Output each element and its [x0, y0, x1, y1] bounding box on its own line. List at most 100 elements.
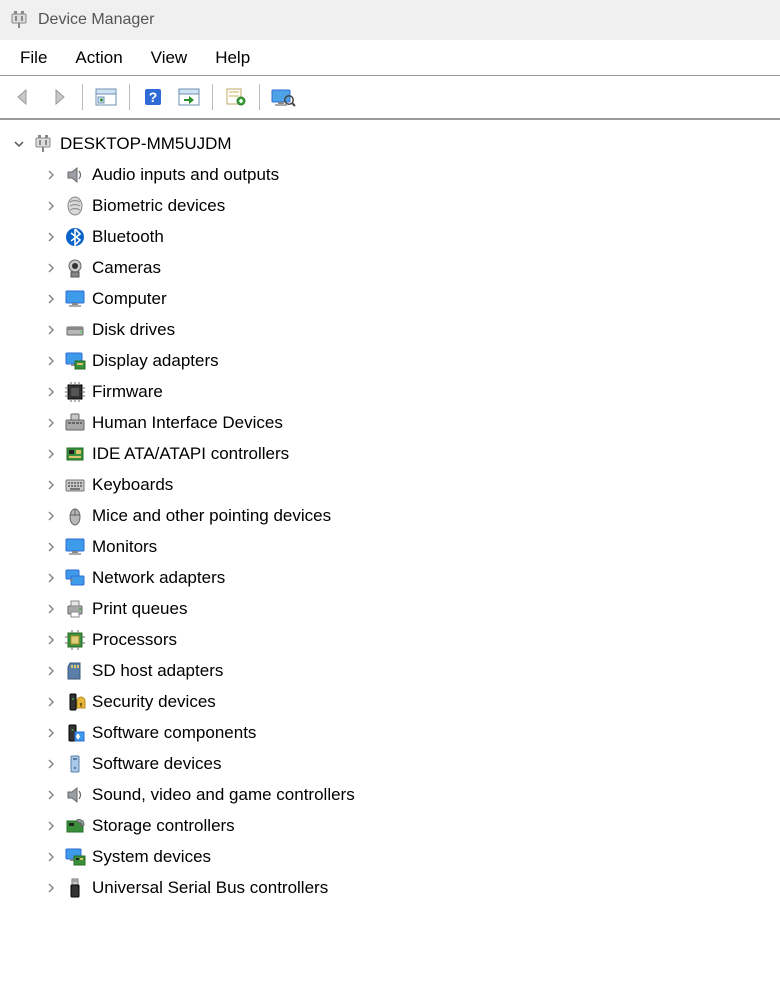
tree-item-label: Mice and other pointing devices: [92, 507, 331, 524]
tree-item[interactable]: Storage controllers: [8, 810, 780, 841]
toolbar-separator: [259, 84, 260, 110]
chevron-right-icon[interactable]: [44, 540, 58, 554]
tree-item-label: Processors: [92, 631, 177, 648]
tree-item-label: SD host adapters: [92, 662, 223, 679]
tree-root[interactable]: DESKTOP-MM5UJDM: [8, 128, 780, 159]
chevron-right-icon[interactable]: [44, 385, 58, 399]
action-button[interactable]: [172, 80, 206, 114]
chevron-right-icon[interactable]: [44, 695, 58, 709]
security-icon: [64, 691, 86, 713]
tree-item[interactable]: Sound, video and game controllers: [8, 779, 780, 810]
tree-item[interactable]: Security devices: [8, 686, 780, 717]
back-button[interactable]: [6, 80, 40, 114]
chevron-right-icon[interactable]: [44, 633, 58, 647]
tree-item[interactable]: Display adapters: [8, 345, 780, 376]
tree-item[interactable]: SD host adapters: [8, 655, 780, 686]
chevron-right-icon[interactable]: [44, 230, 58, 244]
tree-item[interactable]: Firmware: [8, 376, 780, 407]
tree-item-label: Biometric devices: [92, 197, 225, 214]
chevron-right-icon[interactable]: [44, 819, 58, 833]
help-button[interactable]: ?: [136, 80, 170, 114]
tree-item[interactable]: Audio inputs and outputs: [8, 159, 780, 190]
chevron-right-icon[interactable]: [44, 726, 58, 740]
tree-item[interactable]: Software devices: [8, 748, 780, 779]
cpu-icon: [64, 629, 86, 651]
chevron-right-icon[interactable]: [44, 602, 58, 616]
chevron-right-icon[interactable]: [44, 447, 58, 461]
tree-item[interactable]: IDE ATA/ATAPI controllers: [8, 438, 780, 469]
tree-item[interactable]: Bluetooth: [8, 221, 780, 252]
show-hide-console-tree-button[interactable]: [89, 80, 123, 114]
tree-item[interactable]: Monitors: [8, 531, 780, 562]
chevron-right-icon[interactable]: [44, 850, 58, 864]
titlebar: Device Manager: [0, 0, 780, 40]
chevron-right-icon[interactable]: [44, 416, 58, 430]
scan-for-changes-button[interactable]: [266, 80, 300, 114]
svg-text:?: ?: [149, 89, 158, 105]
tree-item-label: Software devices: [92, 755, 221, 772]
menubar: File Action View Help: [0, 40, 780, 76]
tree-item[interactable]: Print queues: [8, 593, 780, 624]
chevron-right-icon[interactable]: [44, 478, 58, 492]
tree-item[interactable]: Human Interface Devices: [8, 407, 780, 438]
tree-item[interactable]: System devices: [8, 841, 780, 872]
tree-item[interactable]: Disk drives: [8, 314, 780, 345]
app-icon: [8, 9, 30, 31]
scan-hardware-button[interactable]: [219, 80, 253, 114]
tree-item-label: Software components: [92, 724, 256, 741]
soft-comp-icon: [64, 722, 86, 744]
monitor-icon: [64, 288, 86, 310]
tree-item-label: Bluetooth: [92, 228, 164, 245]
menu-view[interactable]: View: [139, 44, 200, 72]
soft-dev-icon: [64, 753, 86, 775]
forward-button[interactable]: [42, 80, 76, 114]
tree-item[interactable]: Network adapters: [8, 562, 780, 593]
tree-item-label: Keyboards: [92, 476, 173, 493]
bluetooth-icon: [64, 226, 86, 248]
monitor-icon: [64, 536, 86, 558]
tree-item[interactable]: Software components: [8, 717, 780, 748]
chevron-right-icon[interactable]: [44, 199, 58, 213]
tree-item[interactable]: Universal Serial Bus controllers: [8, 872, 780, 903]
chevron-down-icon[interactable]: [12, 137, 26, 151]
tree-item-label: Display adapters: [92, 352, 219, 369]
tree-item-label: IDE ATA/ATAPI controllers: [92, 445, 289, 462]
tree-item-label: Audio inputs and outputs: [92, 166, 279, 183]
chevron-right-icon[interactable]: [44, 788, 58, 802]
tree-item-label: Sound, video and game controllers: [92, 786, 355, 803]
chevron-right-icon[interactable]: [44, 571, 58, 585]
sd-icon: [64, 660, 86, 682]
display-adapter-icon: [64, 350, 86, 372]
menu-action[interactable]: Action: [63, 44, 134, 72]
chevron-right-icon[interactable]: [44, 323, 58, 337]
tree-item[interactable]: Computer: [8, 283, 780, 314]
keyboard-icon: [64, 474, 86, 496]
tree-item[interactable]: Cameras: [8, 252, 780, 283]
chevron-right-icon[interactable]: [44, 354, 58, 368]
speaker-icon: [64, 784, 86, 806]
tree-item-label: Storage controllers: [92, 817, 235, 834]
chevron-right-icon[interactable]: [44, 664, 58, 678]
chevron-right-icon[interactable]: [44, 757, 58, 771]
system-icon: [64, 846, 86, 868]
tree-item-label: Security devices: [92, 693, 216, 710]
tree-item[interactable]: Mice and other pointing devices: [8, 500, 780, 531]
tree-item-label: Universal Serial Bus controllers: [92, 879, 328, 896]
tree-item[interactable]: Biometric devices: [8, 190, 780, 221]
tree-item-label: Human Interface Devices: [92, 414, 283, 431]
tree-item[interactable]: Keyboards: [8, 469, 780, 500]
tree-item-label: System devices: [92, 848, 211, 865]
speaker-icon: [64, 164, 86, 186]
chevron-right-icon[interactable]: [44, 168, 58, 182]
usb-icon: [64, 877, 86, 899]
toolbar: ?: [0, 76, 780, 120]
chevron-right-icon[interactable]: [44, 509, 58, 523]
menu-help[interactable]: Help: [203, 44, 262, 72]
chevron-right-icon[interactable]: [44, 261, 58, 275]
menu-file[interactable]: File: [8, 44, 59, 72]
tree-item-label: Cameras: [92, 259, 161, 276]
tree-item[interactable]: Processors: [8, 624, 780, 655]
chevron-right-icon[interactable]: [44, 881, 58, 895]
disk-icon: [64, 319, 86, 341]
chevron-right-icon[interactable]: [44, 292, 58, 306]
